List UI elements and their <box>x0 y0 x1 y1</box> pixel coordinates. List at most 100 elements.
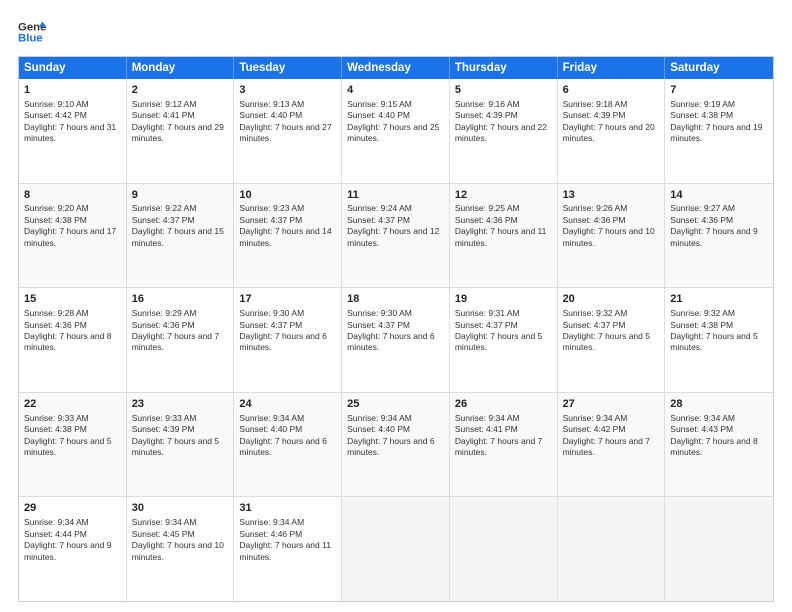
calendar-row-3: 15Sunrise: 9:28 AMSunset: 4:36 PMDayligh… <box>19 288 773 393</box>
sunrise-text: Sunrise: 9:24 AM <box>347 203 412 213</box>
sunset-text: Sunset: 4:37 PM <box>455 320 518 330</box>
sunset-text: Sunset: 4:38 PM <box>670 320 733 330</box>
calendar-cell: 27Sunrise: 9:34 AMSunset: 4:42 PMDayligh… <box>558 393 666 497</box>
calendar-cell <box>450 497 558 601</box>
sunset-text: Sunset: 4:40 PM <box>239 424 302 434</box>
calendar-cell: 7Sunrise: 9:19 AMSunset: 4:38 PMDaylight… <box>665 79 773 183</box>
sunrise-text: Sunrise: 9:33 AM <box>24 413 89 423</box>
daylight-text: Daylight: 7 hours and 10 minutes. <box>132 540 224 561</box>
daylight-text: Daylight: 7 hours and 5 minutes. <box>670 331 757 352</box>
daylight-text: Daylight: 7 hours and 8 minutes. <box>670 436 757 457</box>
sunset-text: Sunset: 4:40 PM <box>239 110 302 120</box>
calendar-cell: 23Sunrise: 9:33 AMSunset: 4:39 PMDayligh… <box>127 393 235 497</box>
daylight-text: Daylight: 7 hours and 11 minutes. <box>239 540 331 561</box>
calendar-cell: 22Sunrise: 9:33 AMSunset: 4:38 PMDayligh… <box>19 393 127 497</box>
calendar-cell: 14Sunrise: 9:27 AMSunset: 4:36 PMDayligh… <box>665 184 773 288</box>
day-number: 13 <box>563 188 660 203</box>
sunset-text: Sunset: 4:37 PM <box>347 215 410 225</box>
sunset-text: Sunset: 4:37 PM <box>239 215 302 225</box>
sunset-text: Sunset: 4:36 PM <box>455 215 518 225</box>
daylight-text: Daylight: 7 hours and 19 minutes. <box>670 122 762 143</box>
calendar-cell: 11Sunrise: 9:24 AM Sunset: 4:37 PMDayligh… <box>342 184 450 288</box>
calendar-cell: 18Sunrise: 9:30 AMSunset: 4:37 PMDayligh… <box>342 288 450 392</box>
calendar-cell: 21Sunrise: 9:32 AMSunset: 4:38 PMDayligh… <box>665 288 773 392</box>
sunrise-text: Sunrise: 9:34 AM <box>563 413 628 423</box>
daylight-text: Daylight: 7 hours and 5 minutes. <box>132 436 219 457</box>
daylight-text: Daylight: 7 hours and 31 minutes. <box>24 122 116 143</box>
daylight-text: Daylight: 7 hours and 20 minutes. <box>563 122 655 143</box>
calendar-page: General Blue SundayMondayTuesdayWednesda… <box>0 0 792 612</box>
day-number: 18 <box>347 292 444 307</box>
sunrise-text: Sunrise: 9:25 AM <box>455 203 520 213</box>
sunset-text: Sunset: 4:43 PM <box>670 424 733 434</box>
daylight-text: Daylight: 7 hours and 15 minutes. <box>132 226 224 247</box>
sunrise-text: Sunrise: 9:29 AM <box>132 308 197 318</box>
daylight-text: Daylight: 7 hours and 7 minutes. <box>563 436 650 457</box>
daylight-text: Daylight: 7 hours and 14 minutes. <box>239 226 331 247</box>
daylight-text: Daylight: 7 hours and 12 minutes. <box>347 226 439 247</box>
daylight-text: Daylight: 7 hours and 5 minutes. <box>455 331 542 352</box>
calendar-cell: 12Sunrise: 9:25 AMSunset: 4:36 PMDayligh… <box>450 184 558 288</box>
calendar-cell: 3Sunrise: 9:13 AMSunset: 4:40 PMDaylight… <box>234 79 342 183</box>
calendar: SundayMondayTuesdayWednesdayThursdayFrid… <box>18 56 774 602</box>
day-number: 6 <box>563 83 660 98</box>
daylight-text: Daylight: 7 hours and 17 minutes. <box>24 226 116 247</box>
sunrise-text: Sunrise: 9:31 AM <box>455 308 520 318</box>
sunset-text: Sunset: 4:41 PM <box>132 110 195 120</box>
calendar-cell: 25Sunrise: 9:34 AMSunset: 4:40 PMDayligh… <box>342 393 450 497</box>
calendar-cell: 4Sunrise: 9:15 AMSunset: 4:40 PMDaylight… <box>342 79 450 183</box>
calendar-cell: 13Sunrise: 9:26 AMSunset: 4:36 PMDayligh… <box>558 184 666 288</box>
day-number: 19 <box>455 292 552 307</box>
sunset-text: Sunset: 4:44 PM <box>24 529 87 539</box>
day-number: 1 <box>24 83 121 98</box>
daylight-text: Daylight: 7 hours and 27 minutes. <box>239 122 331 143</box>
calendar-cell: 5Sunrise: 9:16 AMSunset: 4:39 PMDaylight… <box>450 79 558 183</box>
calendar-cell: 20Sunrise: 9:32 AMSunset: 4:37 PMDayligh… <box>558 288 666 392</box>
daylight-text: Daylight: 7 hours and 9 minutes. <box>24 540 111 561</box>
daylight-text: Daylight: 7 hours and 10 minutes. <box>563 226 655 247</box>
page-header: General Blue <box>18 18 774 46</box>
sunset-text: Sunset: 4:36 PM <box>670 215 733 225</box>
calendar-cell: 17Sunrise: 9:30 AMSunset: 4:37 PMDayligh… <box>234 288 342 392</box>
logo-icon: General Blue <box>18 18 46 46</box>
header-day-wednesday: Wednesday <box>342 57 450 79</box>
calendar-cell: 26Sunrise: 9:34 AMSunset: 4:41 PMDayligh… <box>450 393 558 497</box>
sunrise-text: Sunrise: 9:30 AM <box>239 308 304 318</box>
header-day-friday: Friday <box>558 57 666 79</box>
sunrise-text: Sunrise: 9:34 AM <box>24 517 89 527</box>
calendar-cell <box>665 497 773 601</box>
calendar-body: 1Sunrise: 9:10 AMSunset: 4:42 PMDaylight… <box>19 79 773 601</box>
sunrise-text: Sunrise: 9:33 AM <box>132 413 197 423</box>
sunset-text: Sunset: 4:37 PM <box>563 320 626 330</box>
header-day-sunday: Sunday <box>19 57 127 79</box>
sunrise-text: Sunrise: 9:30 AM <box>347 308 412 318</box>
calendar-cell: 16Sunrise: 9:29 AMSunset: 4:36 PMDayligh… <box>127 288 235 392</box>
daylight-text: Daylight: 7 hours and 6 minutes. <box>347 436 434 457</box>
day-number: 2 <box>132 83 229 98</box>
header-day-monday: Monday <box>127 57 235 79</box>
sunset-text: Sunset: 4:39 PM <box>132 424 195 434</box>
sunset-text: Sunset: 4:46 PM <box>239 529 302 539</box>
daylight-text: Daylight: 7 hours and 25 minutes. <box>347 122 439 143</box>
daylight-text: Daylight: 7 hours and 5 minutes. <box>563 331 650 352</box>
sunrise-text: Sunrise: 9:12 AM <box>132 99 197 109</box>
sunset-text: Sunset: 4:40 PM <box>347 110 410 120</box>
calendar-cell: 19Sunrise: 9:31 AM Sunset: 4:37 PMDayligh… <box>450 288 558 392</box>
calendar-cell <box>558 497 666 601</box>
calendar-row-1: 1Sunrise: 9:10 AMSunset: 4:42 PM Daylight… <box>19 79 773 184</box>
daylight-text: Daylight: 7 hours and 9 minutes. <box>670 226 757 247</box>
daylight-text: Daylight: 7 hours and 7 minutes. <box>455 436 542 457</box>
day-number: 22 <box>24 397 121 412</box>
day-number: 31 <box>239 501 336 516</box>
day-number: 11 <box>347 188 444 203</box>
daylight-text: Daylight: 7 hours and 22 minutes. <box>455 122 547 143</box>
sunrise-text: Sunrise: 9:16 AM <box>455 99 520 109</box>
sunset-text: Sunset: 4:42 PM <box>24 110 87 120</box>
sunrise-text: Sunrise: 9:10 AM <box>24 99 89 109</box>
calendar-cell: 15Sunrise: 9:28 AMSunset: 4:36 PMDayligh… <box>19 288 127 392</box>
header-day-tuesday: Tuesday <box>234 57 342 79</box>
day-number: 7 <box>670 83 768 98</box>
sunset-text: Sunset: 4:37 PM <box>239 320 302 330</box>
sunrise-text: Sunrise: 9:20 AM <box>24 203 89 213</box>
sunset-text: Sunset: 4:42 PM <box>563 424 626 434</box>
